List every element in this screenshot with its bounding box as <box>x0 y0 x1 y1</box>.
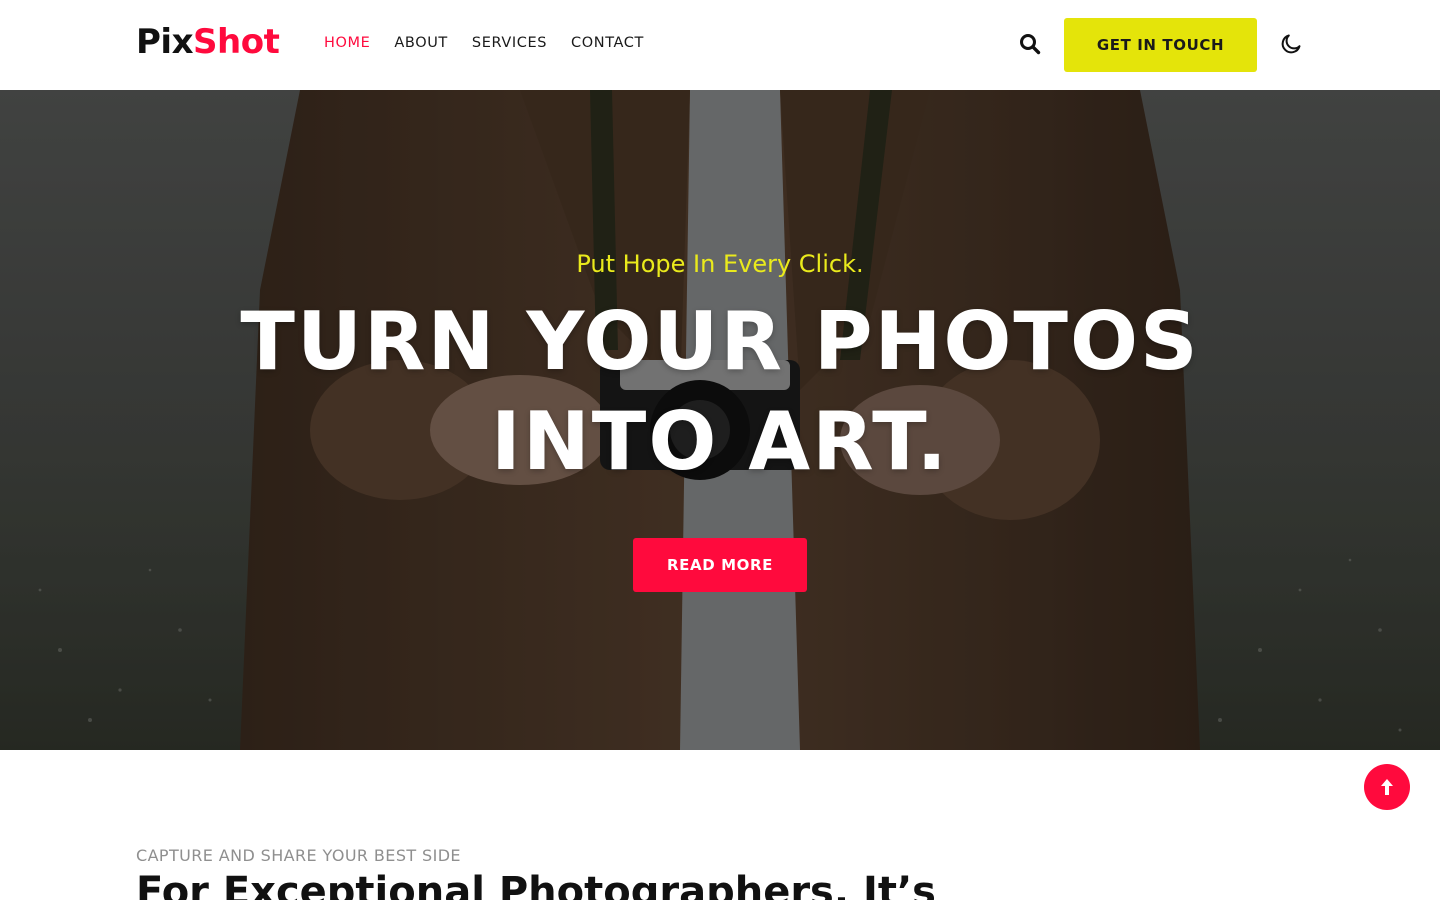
moon-icon <box>1281 34 1301 54</box>
nav-item-services[interactable]: SERVICES <box>472 33 547 53</box>
scroll-to-top-button[interactable] <box>1364 764 1410 810</box>
site-header: PixShot HOME ABOUT SERVICES CONTACT GET … <box>0 0 1440 90</box>
get-in-touch-button[interactable]: GET IN TOUCH <box>1064 18 1257 72</box>
nav-item-home[interactable]: HOME <box>324 33 370 53</box>
main-nav: HOME ABOUT SERVICES CONTACT <box>324 33 644 53</box>
search-icon <box>1020 34 1041 55</box>
hero-title-line2: INTO ART. <box>491 395 949 488</box>
logo-part-pix: Pix <box>136 22 194 62</box>
hero-section: Put Hope In Every Click. TURN YOUR PHOTO… <box>0 90 1440 750</box>
theme-toggle-button[interactable] <box>1278 31 1304 57</box>
read-more-button[interactable]: READ MORE <box>633 538 807 592</box>
logo-part-shot: Shot <box>193 22 280 62</box>
arrow-up-icon <box>1381 779 1393 795</box>
section-eyebrow: CAPTURE AND SHARE YOUR BEST SIDE <box>136 846 461 865</box>
hero-tagline: Put Hope In Every Click. <box>576 250 864 278</box>
logo[interactable]: PixShot <box>136 20 280 64</box>
hero-title: TURN YOUR PHOTOS INTO ART. <box>120 292 1320 492</box>
search-button[interactable] <box>1016 30 1044 58</box>
section-title: For Exceptional Photographers, It’s <box>136 869 936 900</box>
hero-title-line1: TURN YOUR PHOTOS <box>240 295 1200 388</box>
nav-item-contact[interactable]: CONTACT <box>571 33 644 53</box>
nav-item-about[interactable]: ABOUT <box>394 33 448 53</box>
